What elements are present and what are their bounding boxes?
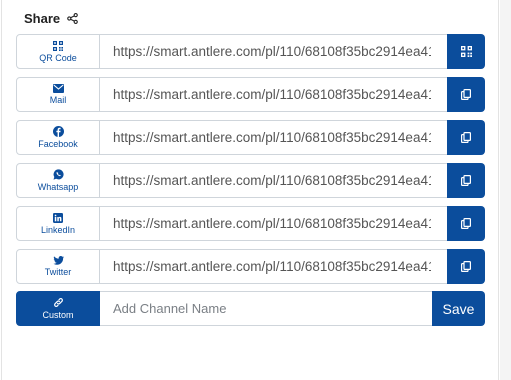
share-url-text: https://smart.antlere.com/pl/110/68108f3… xyxy=(113,130,431,145)
linkedin-icon xyxy=(53,212,63,223)
channel-label-mail: Mail xyxy=(49,95,67,105)
copy-icon xyxy=(461,89,471,100)
share-url-mail[interactable]: https://smart.antlere.com/pl/110/68108f3… xyxy=(100,77,447,112)
share-url-text: https://smart.antlere.com/pl/110/68108f3… xyxy=(113,44,431,59)
share-row-facebook: Facebook https://smart.antlere.com/pl/11… xyxy=(16,120,485,155)
share-url-twitter[interactable]: https://smart.antlere.com/pl/110/68108f3… xyxy=(100,249,447,284)
copy-link-button[interactable] xyxy=(447,163,485,198)
share-icon xyxy=(67,12,78,24)
share-url-qr-code[interactable]: https://smart.antlere.com/pl/110/68108f3… xyxy=(100,34,447,69)
channel-button-whatsapp[interactable]: Whatsapp xyxy=(16,163,100,198)
share-row-linkedin: LinkedIn https://smart.antlere.com/pl/11… xyxy=(16,206,485,241)
share-url-text: https://smart.antlere.com/pl/110/68108f3… xyxy=(113,173,431,188)
copy-icon xyxy=(461,132,471,143)
share-url-whatsapp[interactable]: https://smart.antlere.com/pl/110/68108f3… xyxy=(100,163,447,198)
channel-label-linkedin: LinkedIn xyxy=(40,224,76,235)
channel-button-qr-code[interactable]: QR Code xyxy=(16,34,100,69)
copy-icon xyxy=(461,261,471,272)
share-header: Share xyxy=(24,9,78,27)
channel-button-mail[interactable]: Mail xyxy=(16,77,100,112)
channel-button-twitter[interactable]: Twitter xyxy=(16,249,100,284)
channel-button-custom[interactable]: Custom xyxy=(16,291,100,326)
share-url-linkedin[interactable]: https://smart.antlere.com/pl/110/68108f3… xyxy=(100,206,447,241)
channel-label-twitter: Twitter xyxy=(44,267,72,277)
qr-code-icon xyxy=(53,40,63,51)
twitter-icon xyxy=(53,256,64,265)
link-icon xyxy=(53,298,63,307)
channel-label-custom: Custom xyxy=(42,310,74,320)
share-row-qr-code: QR Code https://smart.antlere.com/pl/110… xyxy=(16,34,485,69)
copy-link-button[interactable] xyxy=(447,206,485,241)
copy-icon xyxy=(461,175,471,186)
share-url-facebook[interactable]: https://smart.antlere.com/pl/110/68108f3… xyxy=(100,120,447,155)
save-button[interactable]: Save xyxy=(432,291,485,326)
channel-label-whatsapp: Whatsapp xyxy=(37,182,79,192)
share-row-twitter: Twitter https://smart.antlere.com/pl/110… xyxy=(16,249,485,284)
share-url-text: https://smart.antlere.com/pl/110/68108f3… xyxy=(113,216,431,231)
share-url-text: https://smart.antlere.com/pl/110/68108f3… xyxy=(113,259,431,274)
copy-icon xyxy=(461,218,471,229)
whatsapp-icon xyxy=(53,169,64,180)
scroll-gutter xyxy=(500,0,511,380)
facebook-icon xyxy=(52,126,64,137)
share-row-mail: Mail https://smart.antlere.com/pl/110/68… xyxy=(16,77,485,112)
channel-label-qr-code: QR Code xyxy=(39,52,77,63)
share-row-whatsapp: Whatsapp https://smart.antlere.com/pl/11… xyxy=(16,163,485,198)
channel-button-linkedin[interactable]: LinkedIn xyxy=(16,206,100,241)
copy-link-button[interactable] xyxy=(447,249,485,284)
panel-left-edge xyxy=(1,0,2,380)
channel-button-facebook[interactable]: Facebook xyxy=(16,120,100,155)
qr-code-icon xyxy=(460,46,472,57)
show-qr-code-button[interactable] xyxy=(447,34,485,69)
mail-icon xyxy=(52,84,64,93)
channel-name-input[interactable] xyxy=(100,291,432,326)
share-title: Share xyxy=(24,10,61,26)
share-row-custom: Custom Save xyxy=(16,291,485,326)
copy-link-button[interactable] xyxy=(447,77,485,112)
channel-label-facebook: Facebook xyxy=(38,139,78,149)
share-url-text: https://smart.antlere.com/pl/110/68108f3… xyxy=(113,87,431,102)
copy-link-button[interactable] xyxy=(447,120,485,155)
